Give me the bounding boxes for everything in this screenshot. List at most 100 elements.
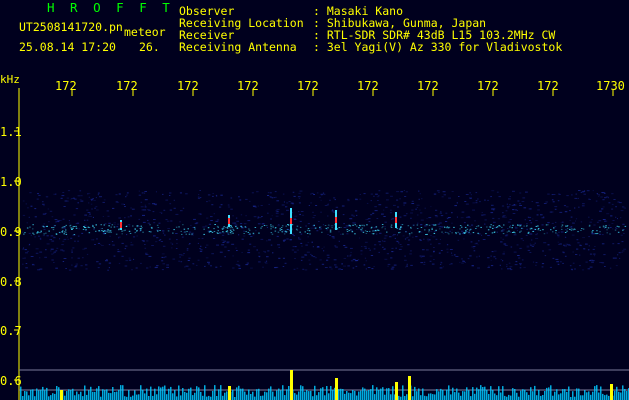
signal-speck <box>299 231 301 233</box>
noise-speck <box>207 194 211 196</box>
noise-speck <box>298 198 300 199</box>
noise-speck <box>484 219 487 221</box>
level-bar <box>320 388 322 400</box>
signal-speck <box>37 231 39 232</box>
signal-speck <box>191 233 193 235</box>
signal-speck <box>448 233 450 235</box>
noise-speck <box>535 262 538 264</box>
signal-speck <box>63 233 65 235</box>
noise-speck <box>400 246 403 248</box>
noise-speck <box>161 253 165 255</box>
noise-speck <box>509 231 511 233</box>
level-bar <box>618 391 620 400</box>
noise-speck <box>554 226 557 228</box>
noise-speck <box>434 215 438 216</box>
signal-speck <box>399 228 402 230</box>
noise-speck <box>145 252 148 254</box>
noise-speck <box>349 218 353 220</box>
noise-speck <box>528 216 532 218</box>
noise-speck <box>593 253 596 255</box>
noise-speck <box>152 203 155 205</box>
level-bar <box>538 390 540 400</box>
noise-speck <box>477 244 479 246</box>
level-bar <box>188 388 190 400</box>
noise-speck <box>383 248 386 250</box>
noise-speck <box>557 241 559 243</box>
noise-speck <box>433 247 435 248</box>
noise-speck <box>65 268 67 269</box>
level-bar <box>360 390 362 400</box>
noise-speck <box>316 192 319 194</box>
signal-speck <box>512 224 514 226</box>
noise-speck <box>22 231 24 233</box>
noise-speck <box>169 192 172 194</box>
noise-speck <box>312 217 315 219</box>
signal-speck <box>519 225 521 227</box>
noise-speck <box>230 208 233 210</box>
level-bar <box>372 385 374 400</box>
noise-speck <box>192 263 194 265</box>
noise-speck <box>338 231 340 233</box>
noise-speck <box>38 235 40 237</box>
signal-speck <box>616 225 619 227</box>
noise-speck <box>515 225 517 227</box>
noise-speck <box>622 250 625 252</box>
noise-speck <box>163 257 165 259</box>
noise-speck <box>384 258 388 260</box>
noise-speck <box>210 216 213 218</box>
signal-speck <box>428 231 430 233</box>
noise-speck <box>623 207 626 209</box>
signal-speck <box>542 229 544 231</box>
noise-speck <box>138 194 142 196</box>
signal-speck <box>55 233 58 235</box>
level-bar <box>138 394 140 400</box>
level-peak <box>610 384 613 400</box>
noise-speck <box>572 222 575 224</box>
signal-speck <box>95 224 97 226</box>
noise-speck <box>162 232 165 234</box>
noise-speck <box>187 260 190 261</box>
noise-speck <box>429 260 432 262</box>
noise-speck <box>594 255 596 257</box>
level-bar <box>352 390 354 400</box>
signal-speck <box>572 229 575 231</box>
level-bar <box>48 396 50 400</box>
noise-speck <box>406 213 408 215</box>
level-bar <box>528 394 530 400</box>
signal-speck <box>561 228 563 230</box>
noise-speck <box>30 256 34 257</box>
level-bar <box>522 389 524 400</box>
noise-speck <box>306 251 310 253</box>
noise-speck <box>482 239 486 240</box>
noise-speck <box>198 213 202 215</box>
level-bar <box>140 385 142 400</box>
noise-speck <box>85 264 88 266</box>
level-bar <box>154 388 156 400</box>
noise-speck <box>523 266 526 268</box>
signal-speck <box>453 226 455 228</box>
noise-speck <box>117 201 120 203</box>
level-bar <box>164 385 166 400</box>
noise-speck <box>102 216 104 217</box>
noise-speck <box>159 239 162 240</box>
signal-speck <box>140 229 142 231</box>
noise-speck <box>519 264 522 266</box>
noise-speck <box>554 206 558 208</box>
noise-speck <box>490 265 494 267</box>
signal-speck <box>588 225 591 227</box>
level-bar <box>420 395 422 400</box>
noise-speck <box>396 234 398 236</box>
noise-speck <box>340 269 343 270</box>
level-bar <box>32 389 34 400</box>
signal-speck <box>407 225 410 227</box>
noise-speck <box>505 234 509 236</box>
noise-speck <box>451 222 453 224</box>
noise-speck <box>281 204 285 206</box>
noise-speck <box>619 257 621 259</box>
noise-speck <box>344 246 348 248</box>
noise-speck <box>611 193 614 195</box>
signal-speck <box>157 227 160 228</box>
noise-speck <box>549 266 552 268</box>
noise-speck <box>269 192 272 194</box>
noise-speck <box>298 202 301 204</box>
